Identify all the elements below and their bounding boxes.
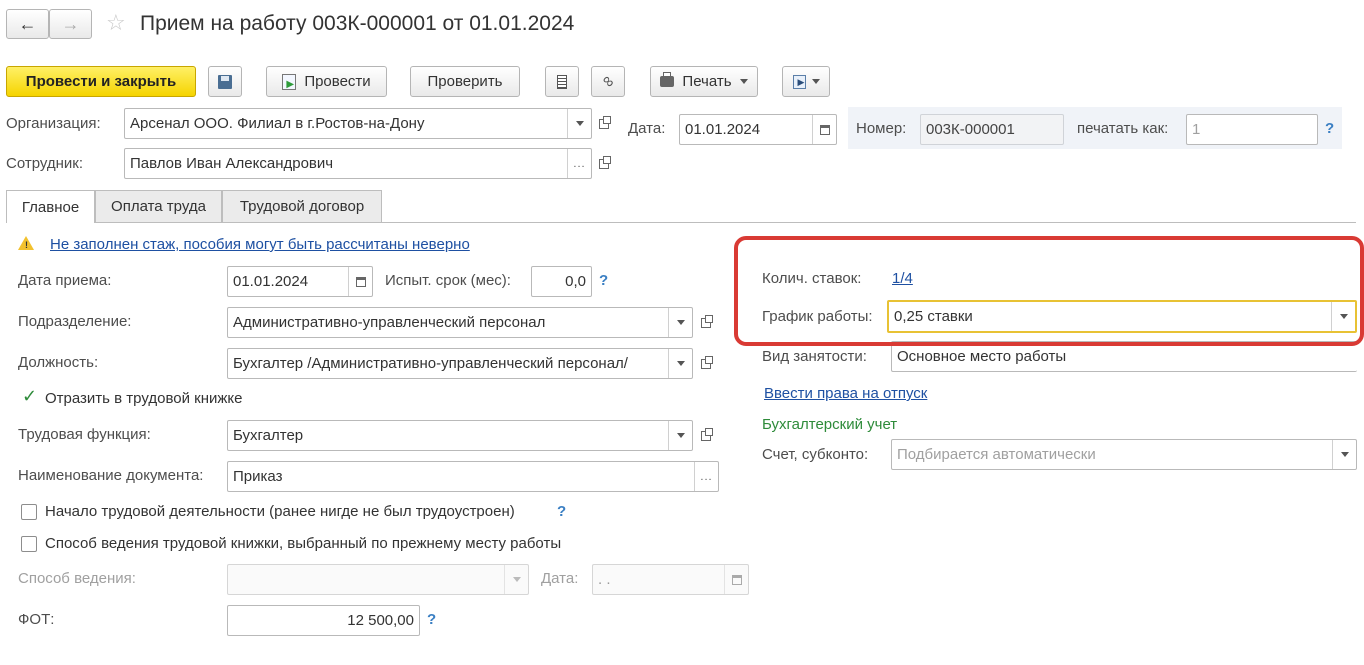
arrow-left-icon: ← [18, 13, 37, 34]
help-icon[interactable]: ? [427, 611, 436, 628]
hire-date-field[interactable]: 01.01.2024 [227, 266, 373, 297]
accounting-section-header: Бухгалтерский учет [762, 416, 898, 433]
position-field[interactable]: Бухгалтер /Административно-управленчески… [227, 348, 693, 379]
post-document-icon: ▶ [282, 73, 297, 90]
calendar-icon[interactable] [724, 565, 748, 594]
date-field[interactable]: 01.01.2024 [679, 114, 837, 145]
chevron-down-icon [811, 79, 820, 84]
schedule-label: График работы: [762, 308, 873, 325]
arrow-right-icon: → [61, 13, 80, 34]
save-button[interactable] [208, 66, 242, 97]
hire-date-label: Дата приема: [18, 272, 112, 289]
labor-function-field[interactable]: Бухгалтер [227, 420, 693, 451]
dropdown-arrow-icon[interactable] [1332, 440, 1356, 469]
document-journal-button[interactable] [545, 66, 579, 97]
dropdown-arrow-icon[interactable] [1331, 302, 1355, 331]
employee-label: Сотрудник: [6, 155, 84, 172]
warning-link[interactable]: Не заполнен стаж, пособия могут быть рас… [50, 236, 470, 253]
create-based-on-icon: ▶ [792, 74, 806, 89]
checkmark-icon: ✓ [22, 386, 38, 406]
printer-icon [660, 72, 675, 87]
print-as-label: печатать как: [1077, 120, 1169, 137]
rates-count-label: Колич. ставок: [762, 270, 862, 287]
enter-vacation-rights-link[interactable]: Ввести права на отпуск [764, 385, 927, 402]
forward-button[interactable]: → [49, 9, 92, 39]
paperclip-icon: ∞ [598, 71, 619, 92]
print-button[interactable]: Печать [650, 66, 758, 97]
book-method-label: Способ ведения трудовой книжки, выбранны… [45, 535, 562, 552]
help-icon[interactable]: ? [1325, 120, 1334, 137]
calendar-icon[interactable] [348, 267, 372, 296]
post-button[interactable]: ▶ Провести [266, 66, 387, 97]
document-name-field[interactable]: Приказ ... [227, 461, 719, 492]
help-icon[interactable]: ? [557, 503, 566, 520]
attach-files-button[interactable]: ∞ [591, 66, 625, 97]
schedule-field[interactable]: 0,25 ставки [887, 300, 1357, 333]
tabs-divider [6, 222, 1356, 223]
open-labor-function-icon[interactable] [695, 420, 717, 451]
chevron-down-icon [739, 79, 748, 84]
print-as-field[interactable]: 1 [1186, 114, 1318, 145]
back-button[interactable]: ← [6, 9, 49, 39]
select-employee-icon[interactable]: ... [567, 149, 591, 178]
employment-type-label: Вид занятости: [762, 348, 867, 365]
method-label: Способ ведения: [18, 570, 136, 587]
method-date-field[interactable]: . . [592, 564, 749, 595]
fot-field[interactable]: 12 500,00 [227, 605, 420, 636]
post-and-close-button[interactable]: Провести и закрыть [6, 66, 196, 97]
method-date-label: Дата: [541, 570, 579, 587]
favorite-star-icon[interactable]: ☆ [106, 10, 126, 36]
book-method-checkbox[interactable] [21, 536, 37, 552]
document-name-label: Наименование документа: [18, 467, 204, 484]
dropdown-arrow-icon[interactable] [504, 565, 528, 594]
number-label: Номер: [856, 120, 907, 137]
first-job-checkbox[interactable] [21, 504, 37, 520]
number-field[interactable]: 003К-000001 [920, 114, 1064, 145]
first-job-label: Начало трудовой деятельности (ранее нигд… [45, 503, 515, 520]
department-label: Подразделение: [18, 313, 132, 330]
create-based-on-button[interactable]: ▶ [782, 66, 830, 97]
date-label: Дата: [628, 120, 666, 137]
employment-type-field[interactable]: Основное место работы [891, 341, 1357, 372]
reflect-in-workbook-checkbox[interactable]: ✓ [21, 386, 37, 406]
open-organization-icon[interactable] [593, 108, 615, 139]
method-field[interactable] [227, 564, 529, 595]
open-employee-icon[interactable] [593, 148, 615, 179]
dropdown-arrow-icon[interactable] [668, 421, 692, 450]
open-department-icon[interactable] [695, 307, 717, 338]
tab-payroll[interactable]: Оплата труда [95, 190, 222, 222]
employee-field[interactable]: Павлов Иван Александрович ... [124, 148, 592, 179]
select-document-name-icon[interactable]: ... [694, 462, 718, 491]
organization-field[interactable]: Арсенал ООО. Филиал в г.Ростов-на-Дону [124, 108, 592, 139]
tab-labor-contract[interactable]: Трудовой договор [222, 190, 382, 222]
fot-label: ФОТ: [18, 611, 55, 628]
page-title: Прием на работу 003К-000001 от 01.01.202… [140, 12, 575, 35]
position-label: Должность: [18, 354, 99, 371]
reflect-in-workbook-label: Отразить в трудовой книжке [45, 390, 243, 407]
check-button[interactable]: Проверить [410, 66, 520, 97]
list-icon [557, 74, 567, 89]
dropdown-arrow-icon[interactable] [668, 308, 692, 337]
rates-count-link[interactable]: 1/4 [892, 270, 913, 287]
dropdown-arrow-icon[interactable] [567, 109, 591, 138]
calendar-icon[interactable] [812, 115, 836, 144]
labor-function-label: Трудовая функция: [18, 426, 151, 443]
account-label: Счет, субконто: [762, 446, 869, 463]
tab-main[interactable]: Главное [6, 190, 95, 223]
probation-field[interactable]: 0,0 [531, 266, 592, 297]
account-field[interactable]: Подбирается автоматически [891, 439, 1357, 470]
help-icon[interactable]: ? [599, 272, 608, 289]
department-field[interactable]: Административно-управленческий персонал [227, 307, 693, 338]
open-position-icon[interactable] [695, 348, 717, 379]
organization-label: Организация: [6, 115, 101, 132]
floppy-disk-icon [218, 74, 232, 89]
probation-label: Испыт. срок (мес): [385, 272, 511, 289]
dropdown-arrow-icon[interactable] [668, 349, 692, 378]
